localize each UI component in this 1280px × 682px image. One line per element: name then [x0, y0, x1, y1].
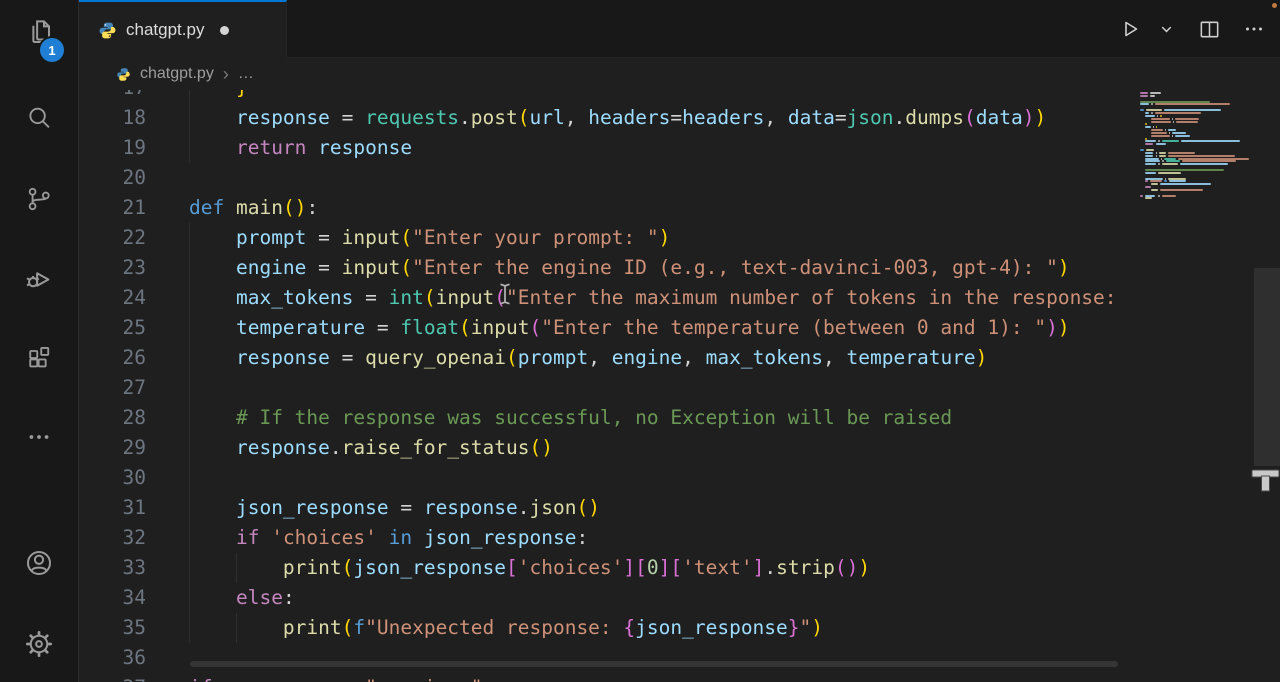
code-line[interactable]: 31 json_response = response.json(): [78, 493, 1280, 523]
sidebar-item-source-control[interactable]: [0, 175, 78, 223]
ellipsis-icon: [1242, 17, 1266, 41]
search-icon: [25, 104, 53, 132]
breadcrumb-separator: ›: [223, 64, 229, 85]
gear-icon: [24, 629, 54, 659]
code-line[interactable]: 30: [78, 463, 1280, 493]
line-number: 34: [106, 583, 146, 613]
code-line[interactable]: 23 engine = input("Enter the engine ID (…: [78, 253, 1280, 283]
split-editor-button[interactable]: [1198, 18, 1221, 41]
run-button[interactable]: [1117, 17, 1141, 41]
code-line[interactable]: 29 response.raise_for_status(): [78, 433, 1280, 463]
explorer-badge: 1: [40, 38, 64, 62]
sidebar-item-run-debug[interactable]: [0, 254, 78, 302]
breadcrumb: chatgpt.py › …: [78, 58, 1280, 90]
sidebar-item-explorer[interactable]: 1: [0, 8, 78, 56]
code-line[interactable]: 25 temperature = float(input("Enter the …: [78, 313, 1280, 343]
line-number: 31: [106, 493, 146, 523]
code-line[interactable]: 33 print(json_response['choices'][0]['te…: [78, 553, 1280, 583]
tab-bar: chatgpt.py: [78, 0, 1280, 58]
line-number: 30: [106, 463, 146, 493]
breadcrumb-symbol[interactable]: …: [238, 65, 254, 83]
code-line[interactable]: 32 if 'choices' in json_response:: [78, 523, 1280, 553]
modified-indicator: [220, 26, 229, 35]
run-options-button[interactable]: [1158, 21, 1175, 38]
code-line[interactable]: 21def main():: [78, 193, 1280, 223]
line-number: 22: [106, 223, 146, 253]
line-number: 32: [106, 523, 146, 553]
line-number: 35: [106, 613, 146, 643]
line-number: 37: [106, 673, 146, 682]
tab-label: chatgpt.py: [126, 20, 204, 40]
code-line[interactable]: 28 # If the response was successful, no …: [78, 403, 1280, 433]
line-number: 24: [106, 283, 146, 313]
recording-dot: [1272, 3, 1277, 8]
code-line[interactable]: 17 }: [78, 90, 1280, 103]
vscode-window: { "colors": { "accent": "#0078d4", "badg…: [0, 0, 1280, 682]
line-number: 20: [106, 163, 146, 193]
python-icon: [98, 21, 117, 40]
code-line[interactable]: 34 else:: [78, 583, 1280, 613]
code-line[interactable]: 27: [78, 373, 1280, 403]
sidebar-item-extensions[interactable]: [0, 334, 78, 382]
editor-actions: [1117, 0, 1266, 58]
code-line[interactable]: 35 print(f"Unexpected response: {json_re…: [78, 613, 1280, 643]
run-debug-icon: [24, 263, 54, 293]
code-line[interactable]: 24 max_tokens = int(input("Enter the max…: [78, 283, 1280, 313]
line-number: 36: [106, 643, 146, 673]
sidebar-item-search[interactable]: [0, 94, 78, 142]
line-number: 21: [106, 193, 146, 223]
line-number: 23: [106, 253, 146, 283]
sidebar-item-account[interactable]: [0, 539, 78, 587]
split-editor-icon: [1198, 18, 1221, 41]
breadcrumb-file[interactable]: chatgpt.py: [140, 65, 214, 83]
chevron-down-icon: [1158, 21, 1175, 38]
line-number: 27: [106, 373, 146, 403]
line-number: 29: [106, 433, 146, 463]
python-icon: [116, 67, 131, 82]
line-number: 17: [106, 90, 146, 103]
line-number: 19: [106, 133, 146, 163]
activity-bar: 1: [0, 0, 79, 682]
line-number: 25: [106, 313, 146, 343]
line-number: 18: [106, 103, 146, 133]
play-icon: [1117, 17, 1141, 41]
line-number: 33: [106, 553, 146, 583]
code-line[interactable]: 37if __name__ == "__main__":: [78, 673, 1280, 682]
code-line[interactable]: 36: [78, 643, 1280, 673]
code-line[interactable]: 19 return response: [78, 133, 1280, 163]
source-control-icon: [25, 185, 53, 213]
sidebar-item-more[interactable]: [0, 413, 78, 461]
code-line[interactable]: 22 prompt = input("Enter your prompt: "): [78, 223, 1280, 253]
tab-chatgpt-py[interactable]: chatgpt.py: [78, 0, 287, 58]
extensions-icon: [25, 344, 53, 372]
code-line[interactable]: 26 response = query_openai(prompt, engin…: [78, 343, 1280, 373]
ibeam-cursor: [498, 282, 512, 306]
code-editor[interactable]: 17 }18 response = requests.post(url, hea…: [78, 90, 1280, 682]
ellipsis-icon: [25, 423, 53, 451]
line-number: 26: [106, 343, 146, 373]
account-icon: [24, 548, 54, 578]
code-line[interactable]: 20: [78, 163, 1280, 193]
line-number: 28: [106, 403, 146, 433]
sidebar-item-settings[interactable]: [0, 620, 78, 668]
pointer-cursor: [1250, 468, 1280, 494]
more-actions-button[interactable]: [1242, 17, 1266, 41]
code-line[interactable]: 18 response = requests.post(url, headers…: [78, 103, 1280, 133]
